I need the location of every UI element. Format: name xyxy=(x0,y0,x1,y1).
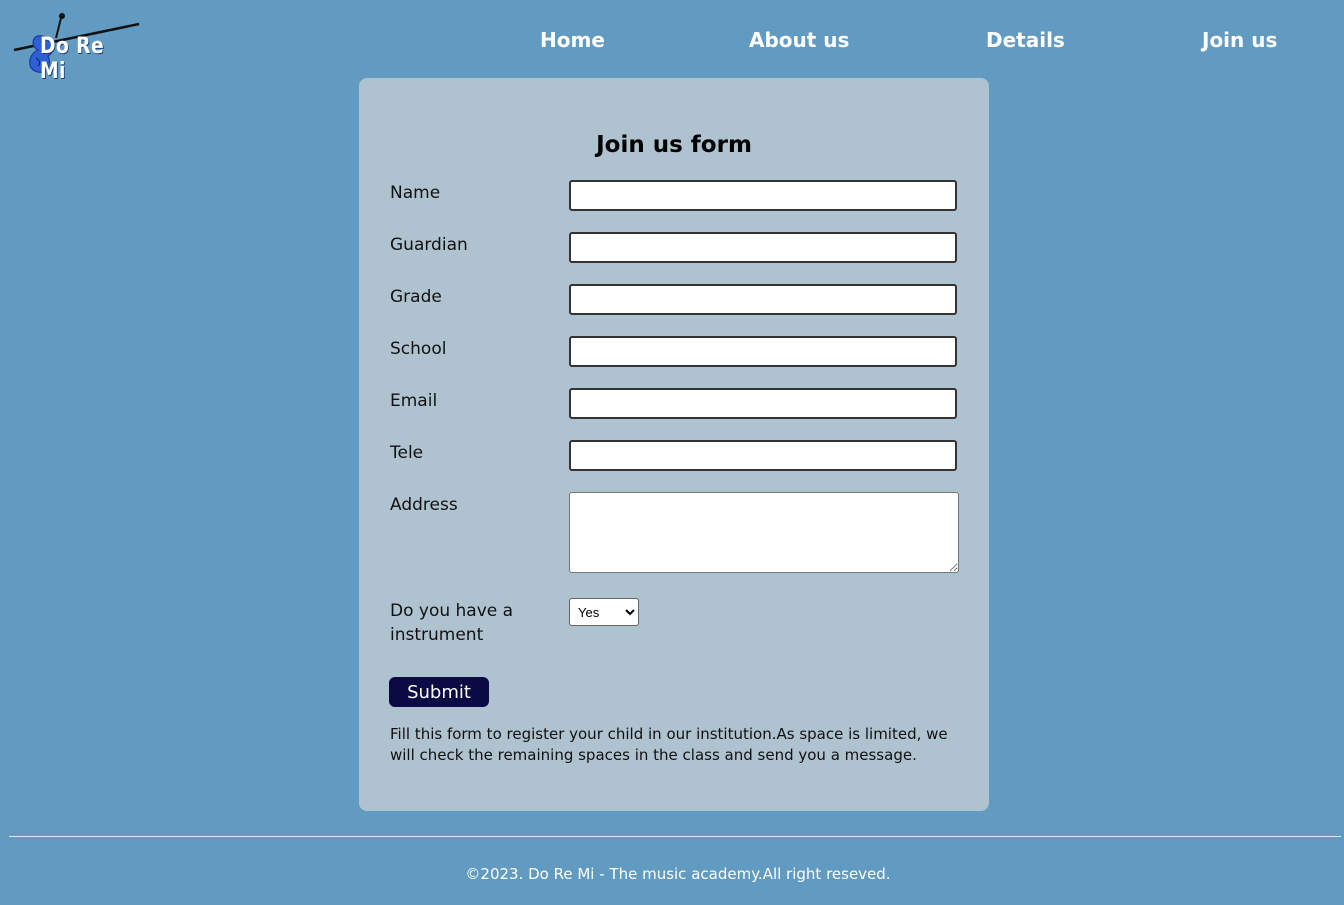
address-textarea[interactable] xyxy=(569,492,959,573)
logo[interactable]: Do Re Mi xyxy=(12,12,142,84)
email-label: Email xyxy=(390,391,438,411)
address-label: Address xyxy=(390,495,458,515)
school-label: School xyxy=(390,339,447,359)
nav-home[interactable]: Home xyxy=(540,28,605,52)
guardian-label: Guardian xyxy=(390,235,468,255)
form-note: Fill this form to register your child in… xyxy=(390,725,948,764)
form-title: Join us form xyxy=(596,132,752,158)
footer-divider xyxy=(9,836,1341,837)
school-input[interactable] xyxy=(569,336,957,367)
name-input[interactable] xyxy=(569,180,957,211)
nav-details[interactable]: Details xyxy=(986,28,1065,52)
submit-button[interactable]: Submit xyxy=(389,677,489,707)
email-input[interactable] xyxy=(569,388,957,419)
logo-text: Do Re Mi xyxy=(40,34,105,84)
instrument-select[interactable]: Yes xyxy=(569,598,639,626)
guardian-input[interactable] xyxy=(569,232,957,263)
tele-input[interactable] xyxy=(569,440,957,471)
nav-about-us[interactable]: About us xyxy=(749,28,849,52)
tele-label: Tele xyxy=(390,443,424,463)
footer-copyright: ©2023. Do Re Mi - The music academy.All … xyxy=(465,865,891,883)
grade-label: Grade xyxy=(390,287,442,307)
grade-input[interactable] xyxy=(569,284,957,315)
nav-join-us[interactable]: Join us xyxy=(1202,28,1277,52)
instrument-label: Do you have a instrument xyxy=(390,601,514,645)
name-label: Name xyxy=(390,183,441,203)
join-form-card: Join us form Name Guardian Grade School … xyxy=(359,78,989,811)
